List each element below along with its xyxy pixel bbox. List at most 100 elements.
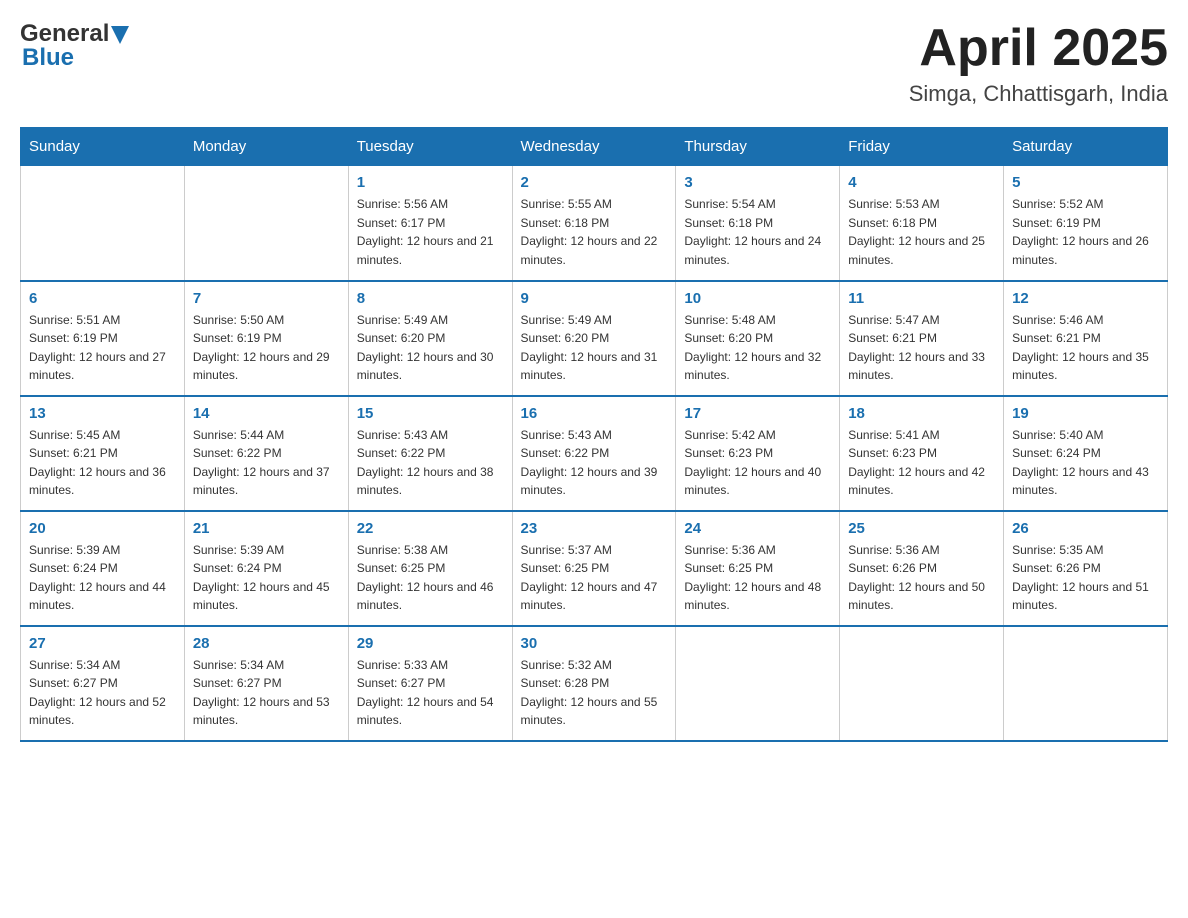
day-info: Sunrise: 5:47 AMSunset: 6:21 PMDaylight:… <box>848 311 995 385</box>
day-info: Sunrise: 5:51 AMSunset: 6:19 PMDaylight:… <box>29 311 176 385</box>
day-number: 1 <box>357 174 504 191</box>
calendar-cell: 23 Sunrise: 5:37 AMSunset: 6:25 PMDayligh… <box>512 511 676 626</box>
calendar-cell <box>184 166 348 281</box>
day-number: 8 <box>357 290 504 307</box>
weekday-header-sunday: Sunday <box>21 128 185 166</box>
day-info: Sunrise: 5:50 AMSunset: 6:19 PMDaylight:… <box>193 311 340 385</box>
day-number: 22 <box>357 520 504 537</box>
day-number: 10 <box>684 290 831 307</box>
day-info: Sunrise: 5:34 AMSunset: 6:27 PMDaylight:… <box>29 656 176 730</box>
calendar-cell: 13Sunrise: 5:45 AMSunset: 6:21 PMDayligh… <box>21 396 185 511</box>
logo-triangle-icon <box>111 26 129 44</box>
day-info: Sunrise: 5:39 AMSunset: 6:24 PMDaylight:… <box>193 541 340 615</box>
day-number: 6 <box>29 290 176 307</box>
calendar-cell: 27Sunrise: 5:34 AMSunset: 6:27 PMDayligh… <box>21 626 185 741</box>
day-number: 21 <box>193 520 340 537</box>
calendar-cell: 18 Sunrise: 5:41 AMSunset: 6:23 PMDayligh… <box>840 396 1004 511</box>
calendar-week-row: 27Sunrise: 5:34 AMSunset: 6:27 PMDayligh… <box>21 626 1168 741</box>
day-number: 19 <box>1012 405 1159 422</box>
calendar-cell: 24Sunrise: 5:36 AMSunset: 6:25 PMDayligh… <box>676 511 840 626</box>
calendar-cell: 15 Sunrise: 5:43 AMSunset: 6:22 PMDayligh… <box>348 396 512 511</box>
weekday-header-wednesday: Wednesday <box>512 128 676 166</box>
day-info: Sunrise: 5:41 AMSunset: 6:23 PMDaylight:… <box>848 426 995 500</box>
calendar-cell: 1 Sunrise: 5:56 AMSunset: 6:17 PMDaylight… <box>348 166 512 281</box>
day-info: Sunrise: 5:53 AMSunset: 6:18 PMDaylight:… <box>848 195 995 269</box>
page-header: General Blue April 2025 Simga, Chhattisg… <box>20 20 1168 107</box>
day-info: Sunrise: 5:42 AMSunset: 6:23 PMDaylight:… <box>684 426 831 500</box>
calendar-cell: 9Sunrise: 5:49 AMSunset: 6:20 PMDaylight… <box>512 281 676 396</box>
calendar-cell: 21 Sunrise: 5:39 AMSunset: 6:24 PMDayligh… <box>184 511 348 626</box>
calendar-cell: 17 Sunrise: 5:42 AMSunset: 6:23 PMDayligh… <box>676 396 840 511</box>
day-number: 14 <box>193 405 340 422</box>
calendar-cell: 2 Sunrise: 5:55 AMSunset: 6:18 PMDaylight… <box>512 166 676 281</box>
day-number: 28 <box>193 635 340 652</box>
day-info: Sunrise: 5:55 AMSunset: 6:18 PMDaylight:… <box>521 195 668 269</box>
day-number: 26 <box>1012 520 1159 537</box>
day-number: 3 <box>684 174 831 191</box>
calendar-week-row: 1 Sunrise: 5:56 AMSunset: 6:17 PMDaylight… <box>21 166 1168 281</box>
day-info: Sunrise: 5:40 AMSunset: 6:24 PMDaylight:… <box>1012 426 1159 500</box>
day-number: 30 <box>521 635 668 652</box>
day-info: Sunrise: 5:54 AMSunset: 6:18 PMDaylight:… <box>684 195 831 269</box>
day-info: Sunrise: 5:44 AMSunset: 6:22 PMDaylight:… <box>193 426 340 500</box>
day-info: Sunrise: 5:46 AMSunset: 6:21 PMDaylight:… <box>1012 311 1159 385</box>
calendar-cell: 30 Sunrise: 5:32 AMSunset: 6:28 PMDayligh… <box>512 626 676 741</box>
calendar-cell: 3 Sunrise: 5:54 AMSunset: 6:18 PMDaylight… <box>676 166 840 281</box>
day-info: Sunrise: 5:34 AMSunset: 6:27 PMDaylight:… <box>193 656 340 730</box>
day-number: 7 <box>193 290 340 307</box>
day-number: 2 <box>521 174 668 191</box>
calendar-cell <box>1004 626 1168 741</box>
calendar-cell: 20Sunrise: 5:39 AMSunset: 6:24 PMDayligh… <box>21 511 185 626</box>
calendar-cell: 4 Sunrise: 5:53 AMSunset: 6:18 PMDaylight… <box>840 166 1004 281</box>
day-info: Sunrise: 5:35 AMSunset: 6:26 PMDaylight:… <box>1012 541 1159 615</box>
calendar-cell <box>840 626 1004 741</box>
calendar-header-row: SundayMondayTuesdayWednesdayThursdayFrid… <box>21 128 1168 166</box>
day-number: 15 <box>357 405 504 422</box>
calendar-cell: 10Sunrise: 5:48 AMSunset: 6:20 PMDayligh… <box>676 281 840 396</box>
day-info: Sunrise: 5:33 AMSunset: 6:27 PMDaylight:… <box>357 656 504 730</box>
calendar-cell: 14 Sunrise: 5:44 AMSunset: 6:22 PMDayligh… <box>184 396 348 511</box>
calendar-cell <box>21 166 185 281</box>
location-title: Simga, Chhattisgarh, India <box>909 81 1168 107</box>
day-info: Sunrise: 5:52 AMSunset: 6:19 PMDaylight:… <box>1012 195 1159 269</box>
day-info: Sunrise: 5:32 AMSunset: 6:28 PMDaylight:… <box>521 656 668 730</box>
calendar-week-row: 13Sunrise: 5:45 AMSunset: 6:21 PMDayligh… <box>21 396 1168 511</box>
day-info: Sunrise: 5:36 AMSunset: 6:26 PMDaylight:… <box>848 541 995 615</box>
calendar-cell: 16Sunrise: 5:43 AMSunset: 6:22 PMDayligh… <box>512 396 676 511</box>
weekday-header-tuesday: Tuesday <box>348 128 512 166</box>
title-section: April 2025 Simga, Chhattisgarh, India <box>909 20 1168 107</box>
weekday-header-monday: Monday <box>184 128 348 166</box>
day-number: 4 <box>848 174 995 191</box>
calendar-week-row: 6 Sunrise: 5:51 AMSunset: 6:19 PMDaylight… <box>21 281 1168 396</box>
day-number: 12 <box>1012 290 1159 307</box>
calendar-cell: 22 Sunrise: 5:38 AMSunset: 6:25 PMDayligh… <box>348 511 512 626</box>
calendar-cell: 7 Sunrise: 5:50 AMSunset: 6:19 PMDaylight… <box>184 281 348 396</box>
day-number: 16 <box>521 405 668 422</box>
calendar-cell: 8Sunrise: 5:49 AMSunset: 6:20 PMDaylight… <box>348 281 512 396</box>
day-number: 29 <box>357 635 504 652</box>
day-info: Sunrise: 5:38 AMSunset: 6:25 PMDaylight:… <box>357 541 504 615</box>
calendar-table: SundayMondayTuesdayWednesdayThursdayFrid… <box>20 127 1168 742</box>
calendar-cell: 29 Sunrise: 5:33 AMSunset: 6:27 PMDayligh… <box>348 626 512 741</box>
day-info: Sunrise: 5:37 AMSunset: 6:25 PMDaylight:… <box>521 541 668 615</box>
day-number: 23 <box>521 520 668 537</box>
day-info: Sunrise: 5:43 AMSunset: 6:22 PMDaylight:… <box>357 426 504 500</box>
calendar-cell: 6 Sunrise: 5:51 AMSunset: 6:19 PMDaylight… <box>21 281 185 396</box>
weekday-header-saturday: Saturday <box>1004 128 1168 166</box>
logo-blue-text: Blue <box>22 44 74 72</box>
day-info: Sunrise: 5:56 AMSunset: 6:17 PMDaylight:… <box>357 195 504 269</box>
day-number: 17 <box>684 405 831 422</box>
day-number: 5 <box>1012 174 1159 191</box>
weekday-header-friday: Friday <box>840 128 1004 166</box>
logo: General Blue <box>20 20 129 72</box>
weekday-header-thursday: Thursday <box>676 128 840 166</box>
calendar-cell: 26 Sunrise: 5:35 AMSunset: 6:26 PMDayligh… <box>1004 511 1168 626</box>
calendar-cell: 11Sunrise: 5:47 AMSunset: 6:21 PMDayligh… <box>840 281 1004 396</box>
calendar-week-row: 20Sunrise: 5:39 AMSunset: 6:24 PMDayligh… <box>21 511 1168 626</box>
calendar-cell: 25Sunrise: 5:36 AMSunset: 6:26 PMDayligh… <box>840 511 1004 626</box>
day-info: Sunrise: 5:36 AMSunset: 6:25 PMDaylight:… <box>684 541 831 615</box>
day-info: Sunrise: 5:49 AMSunset: 6:20 PMDaylight:… <box>521 311 668 385</box>
day-number: 18 <box>848 405 995 422</box>
calendar-cell: 12 Sunrise: 5:46 AMSunset: 6:21 PMDayligh… <box>1004 281 1168 396</box>
calendar-cell: 19 Sunrise: 5:40 AMSunset: 6:24 PMDayligh… <box>1004 396 1168 511</box>
